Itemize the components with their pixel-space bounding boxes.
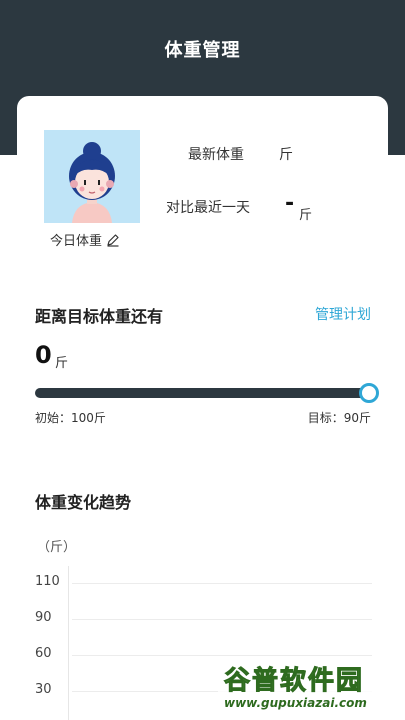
trend-title: 体重变化趋势 xyxy=(35,493,132,512)
latest-weight-label: 最新体重 xyxy=(188,147,244,163)
goal-title: 距离目标体重还有 xyxy=(35,307,164,326)
latest-weight-unit: 斤 xyxy=(279,147,293,163)
remaining-weight-unit: 斤 xyxy=(55,356,69,371)
page-title: 体重管理 xyxy=(164,40,241,61)
grid-line xyxy=(72,583,372,584)
compare-unit: 斤 xyxy=(299,208,313,223)
y-tick-label: 60 xyxy=(35,646,52,661)
y-tick-label: 110 xyxy=(35,574,60,589)
watermark-logo: 谷普软件园 www.gupuxiazai.com xyxy=(218,658,401,716)
today-weight-button[interactable]: 今日体重 xyxy=(50,230,120,249)
grid-line xyxy=(72,655,372,656)
remaining-weight-value: 0 xyxy=(35,341,52,369)
today-weight-label: 今日体重 xyxy=(50,234,103,249)
manage-plan-link[interactable]: 管理计划 xyxy=(315,304,371,324)
grid-line xyxy=(72,619,372,620)
goal-progress-handle[interactable] xyxy=(359,383,379,403)
target-weight-text: 目标：90斤 xyxy=(307,411,371,425)
chart-unit-label: （斤） xyxy=(37,540,77,555)
start-weight-text: 初始：100斤 xyxy=(35,411,106,425)
weight-card: 今日体重 最新体重 斤 对比最近一天 - 斤 距离目标体重还有 管理计划 0 斤… xyxy=(17,96,388,720)
avatar[interactable] xyxy=(44,130,140,223)
y-axis-line xyxy=(68,566,69,720)
compare-value: - xyxy=(285,191,295,216)
y-tick-label: 30 xyxy=(35,682,52,697)
watermark-url: www.gupuxiazai.com xyxy=(224,696,367,710)
goal-progress-bar xyxy=(35,383,379,403)
pencil-icon xyxy=(106,233,120,247)
goal-progress-fill xyxy=(35,388,369,398)
compare-label: 对比最近一天 xyxy=(166,200,250,216)
watermark-title: 谷普软件园 xyxy=(223,666,365,697)
avatar-illustration xyxy=(44,130,140,223)
y-tick-label: 90 xyxy=(35,610,52,625)
